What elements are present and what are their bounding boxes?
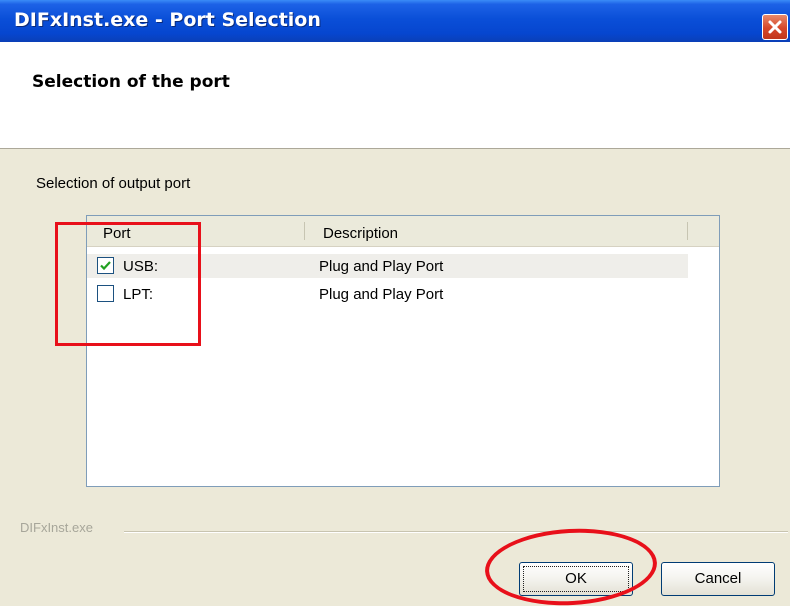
column-separator[interactable] — [304, 222, 305, 240]
column-separator[interactable] — [687, 222, 688, 240]
header-panel: Selection of the port — [0, 42, 790, 149]
cancel-label: Cancel — [694, 570, 742, 587]
column-header-description[interactable]: Description — [323, 225, 398, 242]
cancel-button[interactable]: Cancel — [661, 562, 775, 596]
footer-divider — [124, 531, 788, 533]
header-title: Selection of the port — [32, 72, 230, 92]
port-description: Plug and Play Port — [319, 286, 444, 303]
port-description: Plug and Play Port — [319, 258, 444, 275]
title-bar[interactable]: DIFxInst.exe - Port Selection — [0, 0, 790, 42]
footer-label: DIFxInst.exe — [20, 520, 93, 535]
window-title: DIFxInst.exe - Port Selection — [14, 9, 321, 31]
port-selection-window: DIFxInst.exe - Port Selection Selection … — [0, 0, 790, 609]
annotation-ellipse — [483, 524, 659, 609]
close-button[interactable] — [762, 14, 788, 40]
annotation-rectangle — [55, 222, 201, 346]
output-port-label: Selection of output port — [36, 175, 191, 192]
close-icon — [768, 20, 782, 34]
